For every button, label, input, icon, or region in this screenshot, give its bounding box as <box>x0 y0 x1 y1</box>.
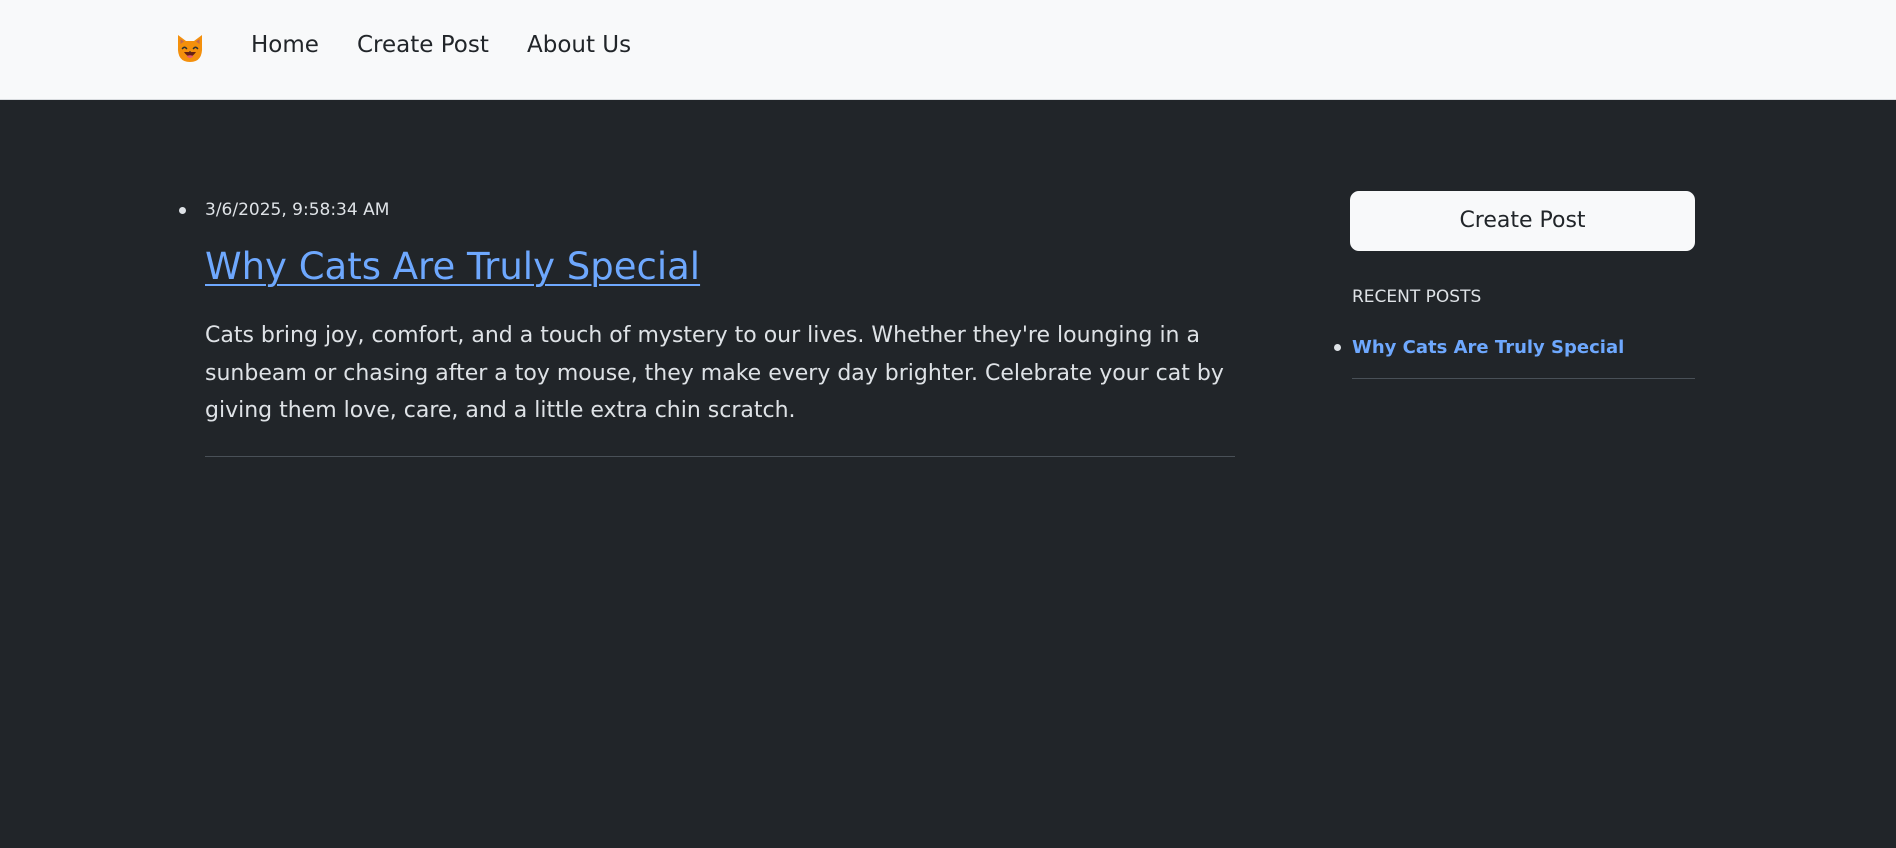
list-bullet <box>1334 344 1341 351</box>
sidebar: Create Post RECENT POSTS Why Cats Are Tr… <box>1334 191 1695 379</box>
post-divider <box>205 455 1235 457</box>
post-excerpt: Cats bring joy, comfort, and a touch of … <box>205 323 1224 423</box>
post-title-link[interactable]: Why Cats Are Truly Special <box>205 245 700 289</box>
create-post-button[interactable]: Create Post <box>1350 191 1695 251</box>
list-bullet <box>179 207 186 214</box>
recent-post-link[interactable]: Why Cats Are Truly Special <box>1352 337 1624 358</box>
nav-home-link[interactable]: Home <box>251 30 319 60</box>
nav-create-post-link[interactable]: Create Post <box>357 30 489 60</box>
recent-posts-divider <box>1352 378 1695 379</box>
top-navbar: Home Create Post About Us <box>0 0 1896 100</box>
post-date: 3/6/2025, 9:58:34 AM <box>205 200 390 220</box>
cat-face-icon[interactable] <box>174 33 206 65</box>
post-list-item: 3/6/2025, 9:58:34 AM Why Cats Are Truly … <box>179 196 1235 457</box>
nav-about-us-link[interactable]: About Us <box>527 30 631 60</box>
recent-posts-list: Why Cats Are Truly Special <box>1334 335 1695 360</box>
recent-posts-heading: RECENT POSTS <box>1352 287 1482 307</box>
